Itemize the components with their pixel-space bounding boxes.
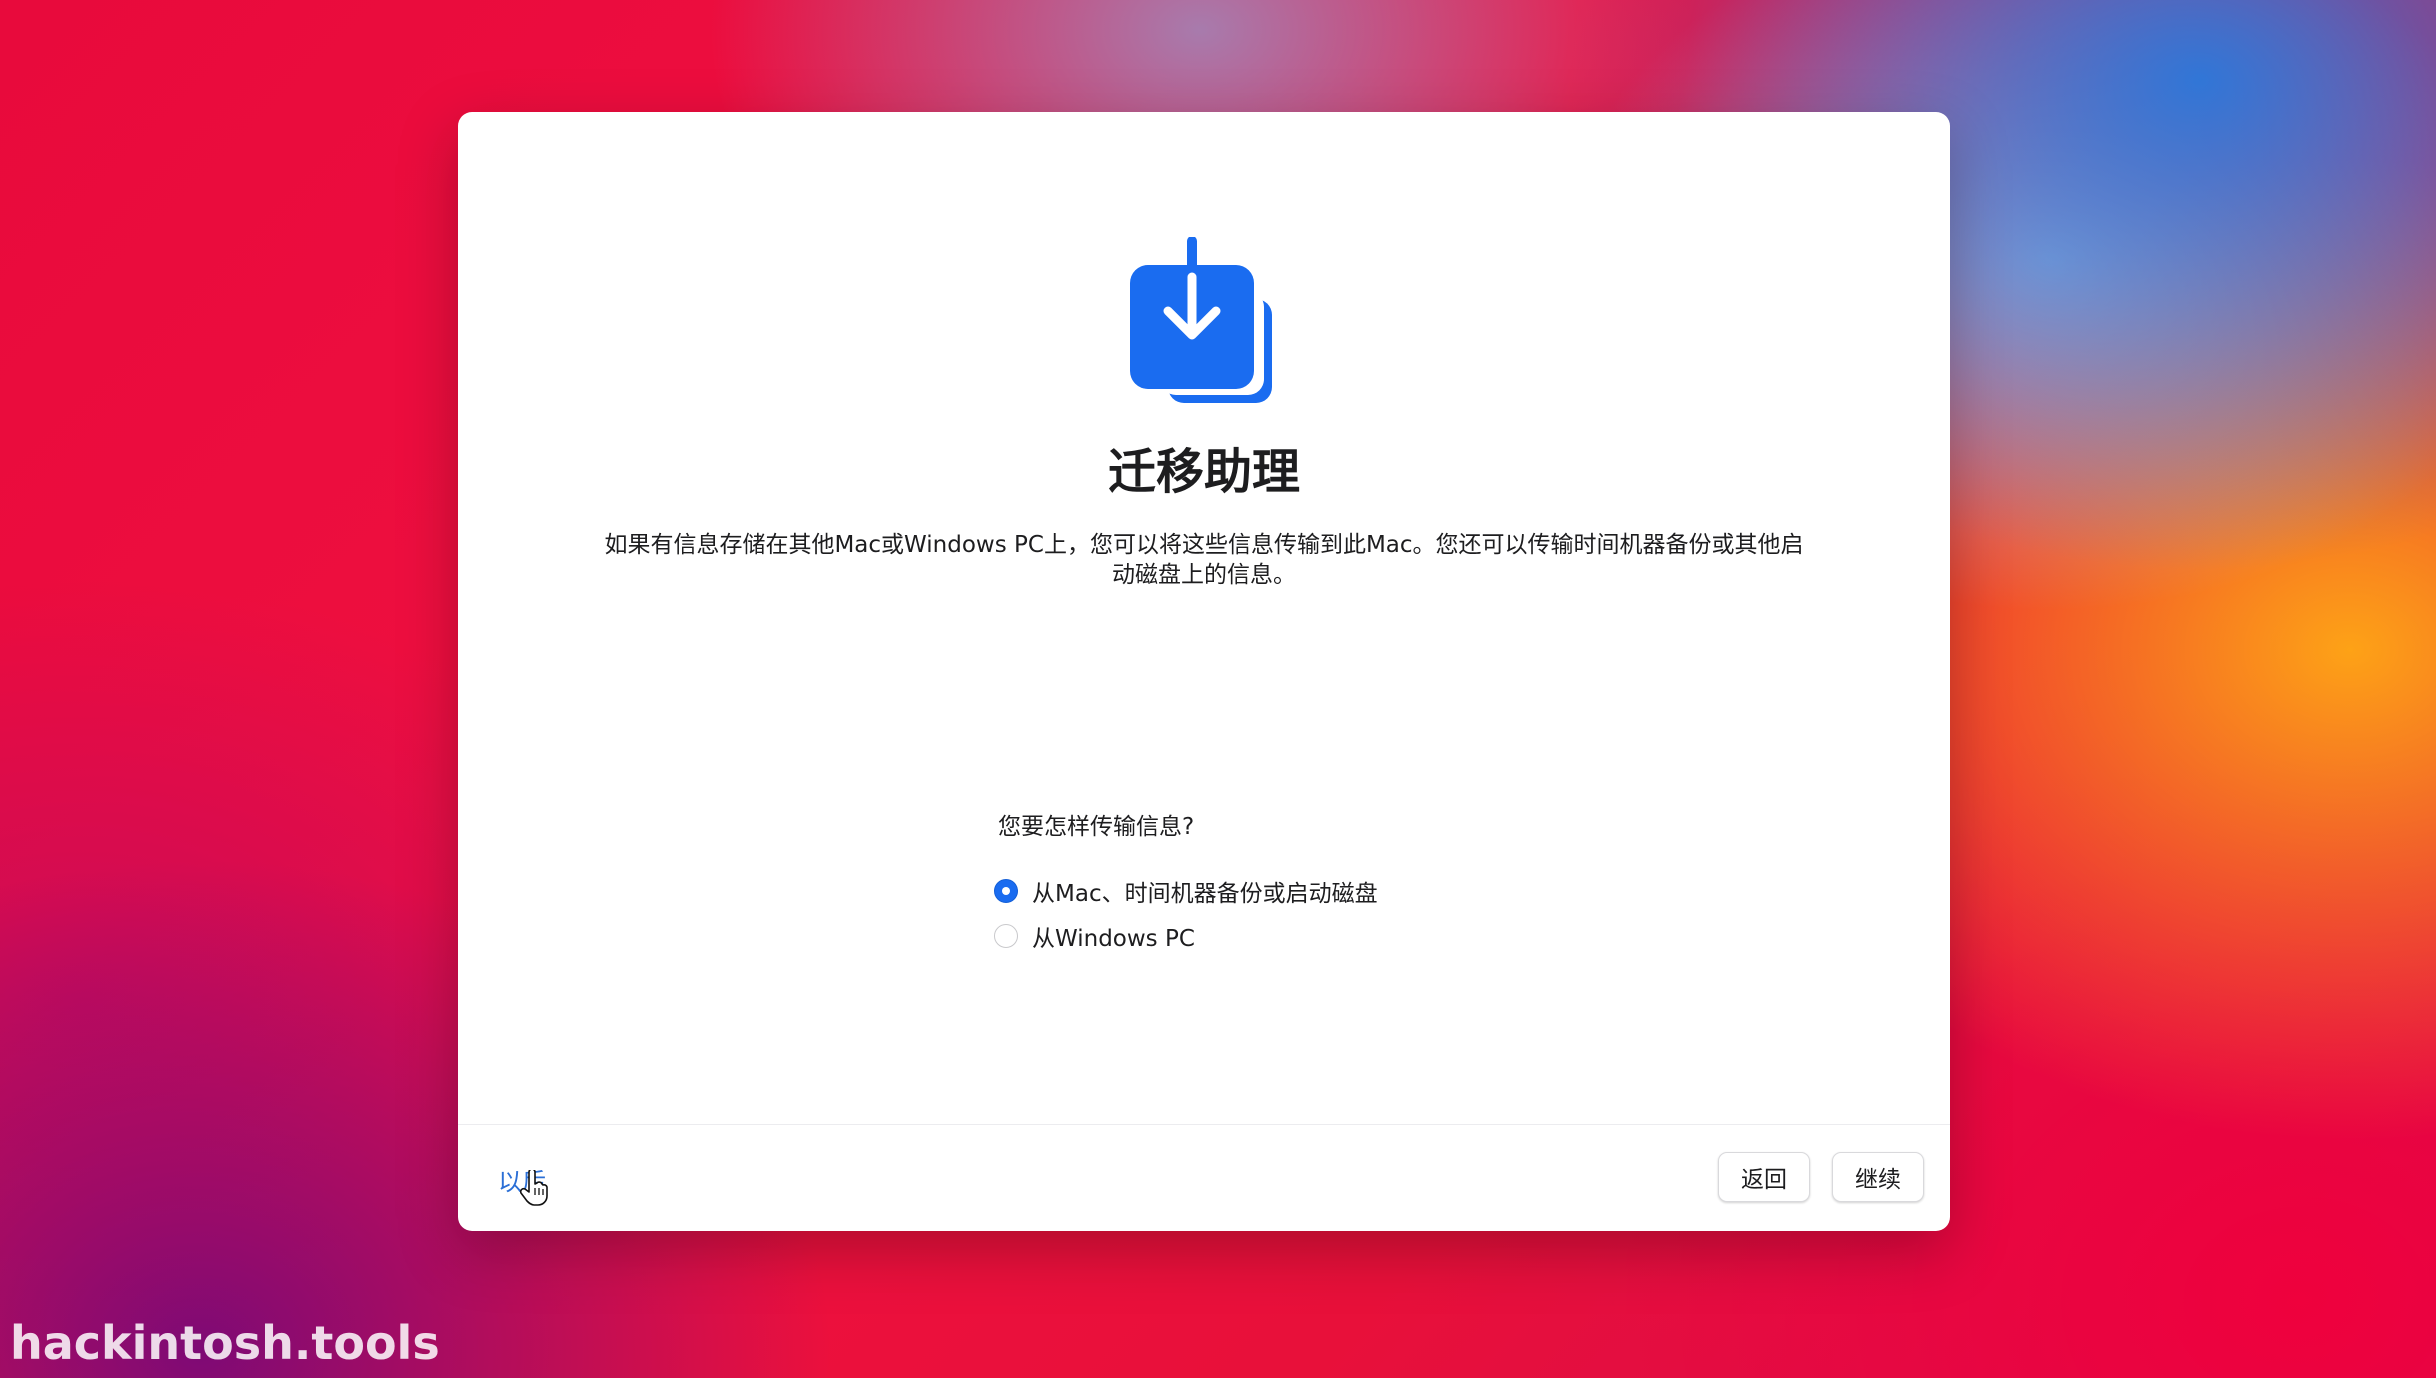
transfer-question: 您要怎样传输信息? [998,814,1195,840]
migration-download-icon [1130,237,1272,403]
option-from-mac-label[interactable]: 从Mac、时间机器备份或启动磁盘 [1032,874,1378,908]
option-from-windows-label[interactable]: 从Windows PC [1032,919,1195,953]
radio-unselected-icon[interactable] [994,924,1018,948]
option-from-mac[interactable]: 从Mac、时间机器备份或启动磁盘 [994,874,1378,908]
migration-assistant-window: 迁移助理 如果有信息存储在其他Mac或Windows PC上，您可以将这些信息传… [458,112,1950,1231]
radio-selected-icon[interactable] [994,879,1018,903]
watermark: hackintosh.tools [10,1316,440,1370]
continue-button[interactable]: 继续 [1832,1152,1924,1202]
option-from-windows[interactable]: 从Windows PC [994,919,1195,953]
page-title: 迁移助理 [1107,444,1300,500]
footer-divider [458,1124,1950,1125]
back-button[interactable]: 返回 [1718,1152,1810,1202]
page-description: 如果有信息存储在其他Mac或Windows PC上，您可以将这些信息传输到此Ma… [604,532,1804,588]
hand-pointer-cursor-icon [520,1170,548,1206]
desktop-wallpaper: 迁移助理 如果有信息存储在其他Mac或Windows PC上，您可以将这些信息传… [0,0,2436,1378]
